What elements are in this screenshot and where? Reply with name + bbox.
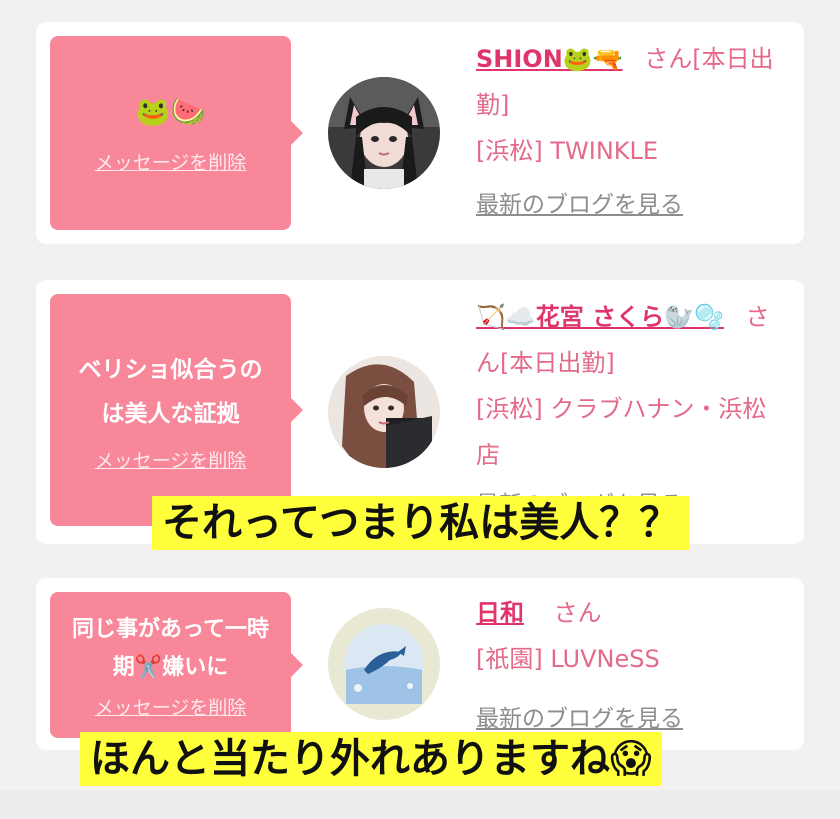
message-text: 同じ事があって一時期✂️嫌いに [72,616,269,680]
cast-name-link[interactable]: 🏹☁️花宮 さくら🦭🫧 [476,303,724,331]
cast-info: 日和 さん [祇園] LUVNeSS 最新のブログを見る [476,590,788,742]
message-text: 🐸🍉 [135,94,206,128]
avatar[interactable] [328,356,440,468]
cast-name-link[interactable]: SHION🐸🔫 [476,45,623,73]
girl-with-cat-ears-avatar [328,77,440,189]
shop-label: [祇園] LUVNeSS [476,645,660,673]
message-bubble: ベリショ似合うのは美人な証拠 メッセージを削除 [50,294,303,526]
girl-portrait-avatar [328,356,440,468]
delete-message-link[interactable]: メッセージを削除 [95,446,247,473]
cast-status: さん [553,599,602,627]
shop-label: [浜松] クラブハナン・浜松店 [476,395,767,469]
avatar[interactable] [328,608,440,720]
cast-name-line: SHION🐸🔫 さん[本日出勤] [476,36,788,128]
bottom-background [0,790,840,819]
message-bubble: 同じ事があって一時期✂️嫌いに メッセージを削除 [50,592,303,738]
message-card: 🐸🍉 メッセージを削除 SHION🐸🔫 さん[本日出勤] [浜松] TWINKL… [36,22,804,244]
cast-name-line: 日和 さん [476,590,788,636]
cast-name-link[interactable]: 日和 [476,599,524,627]
message-bubble: 🐸🍉 メッセージを削除 [50,36,303,230]
latest-blog-link[interactable]: 最新のブログを見る [476,182,788,228]
message-text: ベリショ似合うのは美人な証拠 [78,356,263,427]
cast-info: 🏹☁️花宮 さくら🦭🫧 さん[本日出勤] [浜松] クラブハナン・浜松店 最新の… [476,294,788,528]
dolphin-illustration-avatar [328,608,440,720]
message-card: 同じ事があって一時期✂️嫌いに メッセージを削除 日和 さん [祇園] LUVN… [36,578,804,750]
delete-message-link[interactable]: メッセージを削除 [95,148,247,175]
delete-message-link[interactable]: メッセージを削除 [95,693,247,720]
avatar[interactable] [328,77,440,189]
cast-name-line: 🏹☁️花宮 さくら🦭🫧 さん[本日出勤] [476,294,788,386]
cast-info: SHION🐸🔫 さん[本日出勤] [浜松] TWINKLE 最新のブログを見る [476,36,788,228]
video-caption: ほんと当たり外れありますね😱 [80,732,662,786]
shop-label: [浜松] TWINKLE [476,137,659,165]
video-caption: それってつまり私は美人？？ [152,496,690,550]
